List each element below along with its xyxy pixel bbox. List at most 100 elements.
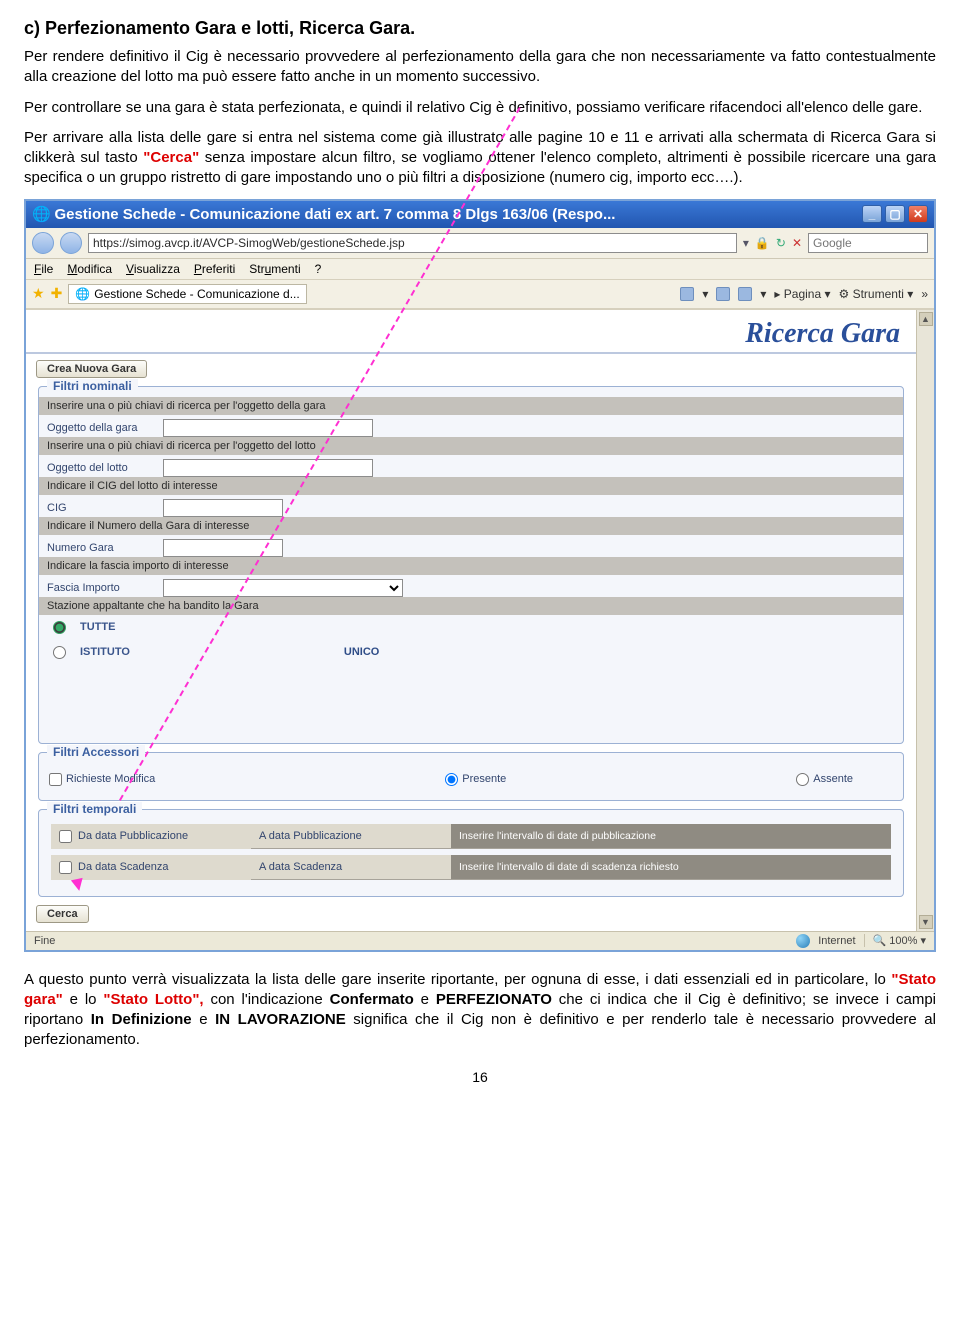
- chk-scadenza[interactable]: [59, 861, 72, 874]
- callout-arrow-head: [71, 877, 85, 891]
- input-oggetto-lotto[interactable]: [163, 459, 373, 477]
- print-icon[interactable]: [738, 287, 752, 301]
- fieldset-filtri-accessori: Filtri Accessori Richieste Modifica Pres…: [38, 752, 904, 801]
- after-c: con l'indicazione: [204, 991, 330, 1008]
- label-unico: UNICO: [344, 646, 379, 658]
- address-input[interactable]: [88, 233, 737, 253]
- feed-icon[interactable]: [716, 287, 730, 301]
- crea-nuova-gara-button[interactable]: Crea Nuova Gara: [36, 360, 147, 378]
- radio-presente[interactable]: [445, 773, 458, 786]
- vertical-scrollbar[interactable]: ▲ ▼: [916, 310, 934, 931]
- hint-scad: Inserire l'intervallo di date di scadenz…: [451, 855, 891, 879]
- label-oggetto-lotto: Oggetto del lotto: [47, 462, 157, 474]
- after-inlav: IN LAVORAZIONE: [215, 1011, 346, 1028]
- tab-favicon: 🌐: [75, 287, 90, 301]
- scroll-up-icon[interactable]: ▲: [919, 312, 933, 326]
- label-richieste-modifica: Richieste Modifica: [66, 773, 155, 785]
- radio-istituto[interactable]: [53, 646, 66, 659]
- screenshot-container: 🌐 Gestione Schede - Comunicazione dati e…: [24, 199, 936, 952]
- row-pubblicazione: Da data Pubblicazione A data Pubblicazio…: [51, 824, 891, 849]
- fieldset-filtri-temporali: Filtri temporali Da data Pubblicazione A…: [38, 809, 904, 897]
- minimize-button[interactable]: _: [862, 205, 882, 223]
- label-fascia: Fascia Importo: [47, 582, 157, 594]
- menu-preferiti[interactable]: Preferiti: [194, 262, 235, 276]
- label-tutte: TUTTE: [80, 621, 115, 633]
- radio-assente[interactable]: [796, 773, 809, 786]
- favorites-add-icon[interactable]: ✚: [51, 285, 63, 302]
- cerca-button[interactable]: Cerca: [36, 905, 89, 923]
- menu-bar: FFileile Modifica Visualizza Preferiti S…: [26, 259, 934, 280]
- label-numero-gara: Numero Gara: [47, 542, 157, 554]
- nav-forward-button[interactable]: [60, 232, 82, 254]
- page-content: Ricerca Gara Crea Nuova Gara Filtri nomi…: [26, 309, 934, 931]
- hint-cig: Indicare il CIG del lotto di interesse: [39, 477, 903, 495]
- menu-help[interactable]: ?: [315, 262, 322, 276]
- legend-filtri-accessori: Filtri Accessori: [47, 745, 145, 759]
- dropdown-icon[interactable]: ▾: [743, 236, 749, 250]
- scroll-down-icon[interactable]: ▼: [919, 915, 933, 929]
- search-input[interactable]: [808, 233, 928, 253]
- refresh-icon[interactable]: ↻: [776, 236, 786, 250]
- lock-icon: 🔒: [755, 236, 770, 250]
- label-da-scad: Da data Scadenza: [78, 861, 169, 873]
- label-a-pub: A data Pubblicazione: [251, 824, 451, 848]
- status-zone: Internet: [818, 935, 855, 947]
- globe-icon: [796, 934, 810, 948]
- menu-strumenti[interactable]: Strumenti: [249, 262, 300, 276]
- label-a-scad: A data Scadenza: [251, 855, 451, 879]
- hint-fascia: Indicare la fascia importo di interesse: [39, 557, 903, 575]
- after-perf: PERFEZIONATO: [436, 991, 552, 1008]
- close-button[interactable]: ✕: [908, 205, 928, 223]
- after-indef: In Definizione: [91, 1011, 192, 1028]
- input-oggetto-gara[interactable]: [163, 419, 373, 437]
- hint-oggetto-gara: Inserire una o più chiavi di ricerca per…: [39, 397, 903, 415]
- radio-tutte[interactable]: [53, 621, 66, 634]
- chk-pubblicazione[interactable]: [59, 830, 72, 843]
- address-bar-row: ▾ 🔒 ↻ ✕: [26, 228, 934, 259]
- status-left: Fine: [34, 935, 55, 947]
- toolbar-overflow-icon[interactable]: »: [921, 287, 928, 301]
- after-conf: Confermato: [330, 991, 414, 1008]
- after-d: e: [414, 991, 436, 1008]
- favorites-star-icon[interactable]: ★: [32, 285, 45, 302]
- home-icon[interactable]: [680, 287, 694, 301]
- window-title-text: Gestione Schede - Comunicazione dati ex …: [54, 206, 615, 223]
- toolbar-pagina[interactable]: ▸ Pagina ▾: [774, 287, 830, 301]
- browser-tab[interactable]: 🌐 Gestione Schede - Comunicazione d...: [68, 284, 306, 304]
- label-assente: Assente: [813, 773, 853, 785]
- after-stato-lotto: "Stato Lotto",: [103, 991, 203, 1008]
- hint-pub: Inserire l'intervallo di date di pubblic…: [451, 824, 891, 848]
- toolbar-strumenti[interactable]: ⚙ Strumenti ▾: [839, 287, 914, 301]
- paragraph-3: Per arrivare alla lista delle gare si en…: [24, 128, 936, 189]
- menu-modifica[interactable]: Modifica: [67, 262, 112, 276]
- section-heading: c) Perfezionamento Gara e lotti, Ricerca…: [24, 18, 936, 39]
- status-zoom[interactable]: 🔍 100% ▾: [864, 934, 926, 947]
- label-oggetto-gara: Oggetto della gara: [47, 422, 157, 434]
- legend-filtri-nominali: Filtri nominali: [47, 379, 138, 393]
- menu-file[interactable]: FFileile: [34, 262, 53, 276]
- label-da-pub: Da data Pubblicazione: [78, 830, 188, 842]
- menu-visualizza[interactable]: Visualizza: [126, 262, 180, 276]
- page-title: Ricerca Gara: [26, 310, 916, 354]
- after-a: A questo punto verrà visualizzata la lis…: [24, 971, 891, 988]
- row-scadenza: Da data Scadenza A data Scadenza Inserir…: [51, 855, 891, 880]
- p3-cerca: "Cerca": [143, 149, 199, 166]
- after-f: e: [192, 1011, 215, 1028]
- status-bar: Fine Internet 🔍 100% ▾: [26, 931, 934, 950]
- tab-toolbar: ★ ✚ 🌐 Gestione Schede - Comunicazione d.…: [26, 280, 934, 309]
- nav-back-button[interactable]: [32, 232, 54, 254]
- hint-oggetto-lotto: Inserire una o più chiavi di ricerca per…: [39, 437, 903, 455]
- paragraph-2: Per controllare se una gara è stata perf…: [24, 98, 936, 118]
- maximize-button[interactable]: ▢: [885, 205, 905, 223]
- after-b: e lo: [63, 991, 104, 1008]
- select-fascia-importo[interactable]: [163, 579, 403, 597]
- window-titlebar: 🌐 Gestione Schede - Comunicazione dati e…: [26, 201, 934, 228]
- label-cig: CIG: [47, 502, 157, 514]
- input-cig[interactable]: [163, 499, 283, 517]
- stop-icon[interactable]: ✕: [792, 236, 802, 250]
- hint-stazione: Stazione appaltante che ha bandito la Ga…: [39, 597, 903, 615]
- tab-label: Gestione Schede - Comunicazione d...: [94, 287, 299, 301]
- label-presente: Presente: [462, 773, 506, 785]
- legend-filtri-temporali: Filtri temporali: [47, 802, 142, 816]
- chk-richieste-modifica[interactable]: [49, 773, 62, 786]
